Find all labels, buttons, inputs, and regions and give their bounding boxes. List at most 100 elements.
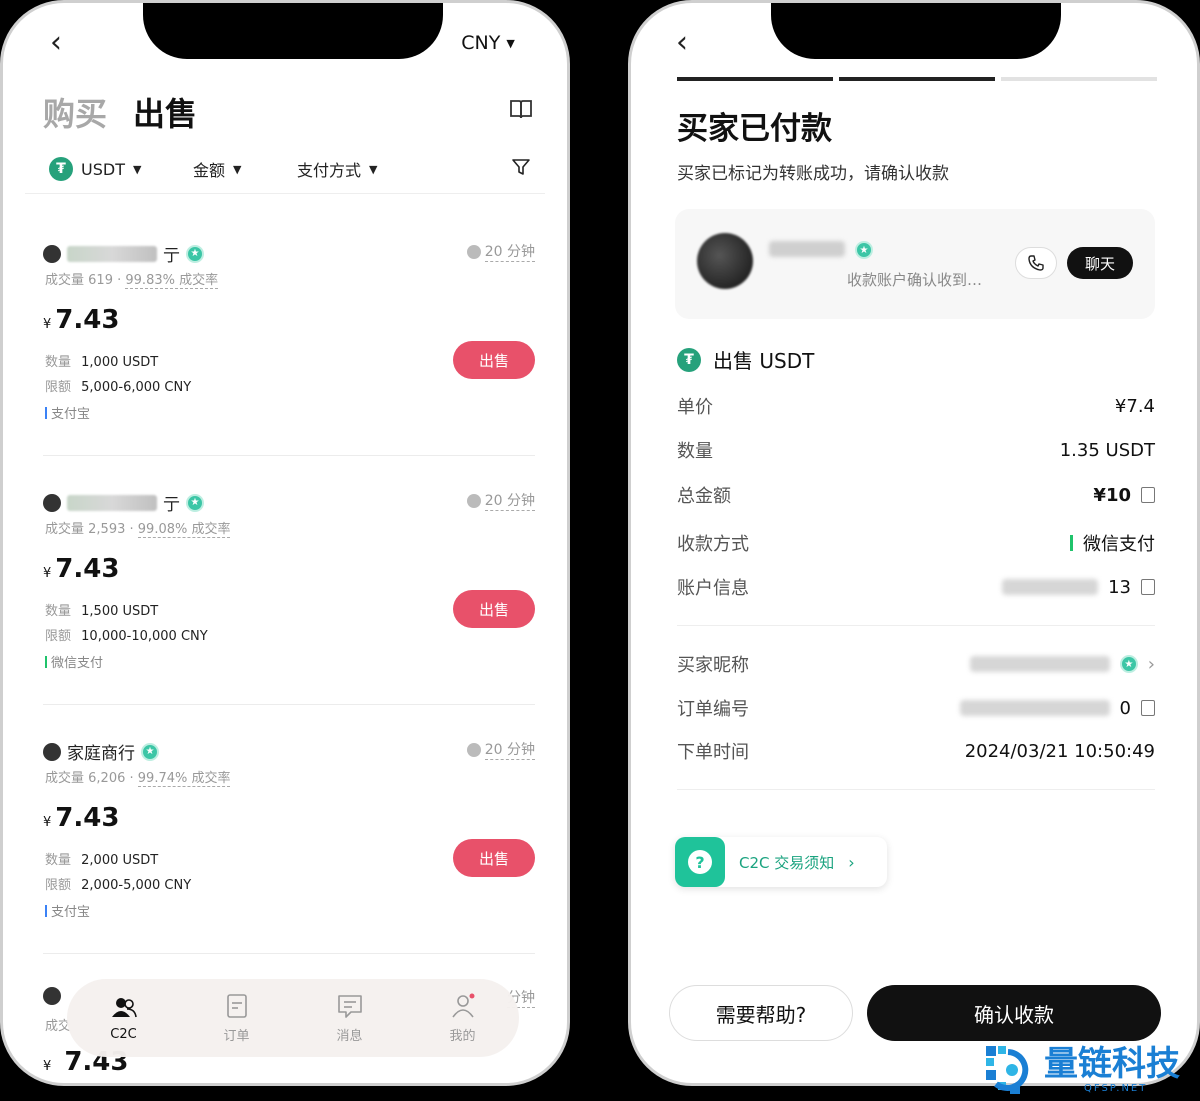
merchant-avatar: [43, 493, 61, 512]
completion-rate: 99.83% 成交率: [125, 273, 219, 289]
limit-row: 限额 2,000-5,000 CNY: [45, 874, 191, 893]
nav-orders[interactable]: 订单: [180, 979, 293, 1057]
page-title: 买家已付款: [677, 111, 832, 147]
nav-c2c[interactable]: C2C: [67, 979, 180, 1057]
yen-symbol: ¥: [43, 815, 52, 830]
watermark: 量链科技 QFSP.NET: [982, 1038, 1200, 1101]
quantity-value: 2,000 USDT: [81, 853, 159, 868]
guide-book-icon[interactable]: [509, 98, 533, 120]
tab-sell[interactable]: 出售: [133, 89, 197, 135]
coin-filter[interactable]: ₮ USDT ▼: [49, 153, 141, 185]
blurred-value: [959, 700, 1110, 716]
merchant-name-tail: 家庭商行: [67, 744, 135, 764]
detail-label: 收款方式: [677, 534, 749, 555]
merchant-name-tail: 亍: [163, 495, 180, 515]
copy-icon[interactable]: [1141, 700, 1155, 716]
detail-unit-price: 单价 ¥7.4: [677, 391, 1155, 421]
detail-payment-method: 收款方式 微信支付: [677, 528, 1155, 558]
sell-button[interactable]: 出售: [453, 839, 535, 877]
payment-color-bar: [45, 904, 47, 917]
merchant-name[interactable]: 亍 ★: [43, 490, 204, 515]
amount-filter[interactable]: 金额 ▼: [193, 153, 241, 185]
sell-button[interactable]: 出售: [453, 341, 535, 379]
back-arrow-icon[interactable]: ‹: [39, 25, 73, 60]
confirm-receipt-button[interactable]: 确认收款: [867, 985, 1161, 1041]
verified-badge-icon: ★: [186, 244, 204, 263]
nav-messages[interactable]: 消息: [293, 979, 406, 1057]
c2c-notice-link[interactable]: ? C2C 交易须知 ›: [675, 837, 887, 887]
listing-card: 亍 ★ 20 分钟 成交量 2,593 · 99.08% 成交率 ¥ 7.43 …: [43, 490, 535, 738]
sell-button[interactable]: 出售: [453, 590, 535, 628]
tether-icon: ₮: [49, 157, 73, 181]
order-progress-bar: [677, 77, 1157, 81]
tab-buy[interactable]: 购买: [43, 89, 107, 135]
payment-filter-label: 支付方式: [297, 161, 362, 180]
detail-order-time: 下单时间 2024/03/21 10:50:49: [677, 736, 1155, 766]
verified-badge-icon: ★: [855, 241, 873, 259]
listing-price: ¥ 7.43: [43, 554, 119, 584]
payment-filter[interactable]: 支付方式 ▼: [297, 153, 377, 185]
blurred-value: [1002, 579, 1099, 595]
payment-window-text: 20 分钟: [484, 241, 535, 262]
buyer-last-message: 收款账户确认收到…: [847, 271, 983, 289]
quantity-label: 数量: [45, 355, 72, 370]
page-subtitle: 买家已标记为转账成功，请确认收款: [677, 164, 949, 184]
tether-icon: ₮: [677, 347, 701, 372]
bottom-nav: C2C 订单 消息 我的: [67, 979, 519, 1057]
progress-step: [677, 77, 833, 81]
divider: [43, 455, 535, 456]
buyer-card: ★ 收款账户确认收到… 聊天: [675, 209, 1155, 319]
funnel-filter-icon[interactable]: [511, 157, 531, 177]
detail-label: 数量: [677, 441, 713, 462]
call-button[interactable]: [1015, 247, 1057, 279]
listing-price: ¥ 7.43: [43, 305, 119, 335]
chat-button[interactable]: 聊天: [1067, 247, 1133, 279]
merchant-stats: 成交量 6,206 · 99.74% 成交率: [45, 771, 231, 787]
quantity-row: 数量 1,000 USDT: [45, 351, 158, 370]
detail-buyer-nickname[interactable]: 买家昵称 ★ ›: [677, 649, 1155, 679]
payment-window: 20 分钟: [466, 490, 535, 511]
divider: [677, 625, 1155, 626]
divider: [25, 193, 545, 194]
yen-symbol: ¥: [43, 566, 52, 581]
merchant-name[interactable]: [43, 987, 61, 1005]
payment-method-label: 支付宝: [51, 905, 91, 920]
completion-rate: 99.74% 成交率: [137, 771, 231, 787]
messages-icon: [337, 994, 362, 1018]
profile-icon: [451, 993, 474, 1017]
progress-step: [839, 77, 995, 81]
clock-icon: [466, 244, 481, 259]
watermark-text: 量链科技: [1044, 1044, 1180, 1084]
detail-account: 账户信息 13: [677, 572, 1155, 602]
caret-down-icon: ▼: [369, 162, 378, 176]
copy-icon[interactable]: [1141, 579, 1155, 595]
copy-icon[interactable]: [1141, 487, 1155, 503]
quantity-row: 数量 2,000 USDT: [45, 849, 158, 868]
price-value: 7.43: [55, 305, 120, 335]
merchant-name[interactable]: 亍 ★: [43, 241, 204, 266]
brand-logo-icon: [986, 1045, 1029, 1094]
payment-window: 20 分钟: [466, 241, 535, 262]
blurred-name: [67, 494, 157, 511]
caret-down-icon: ▼: [506, 36, 515, 50]
merchant-name[interactable]: 家庭商行 ★: [43, 739, 159, 764]
currency-selector[interactable]: CNY ▼: [443, 21, 533, 65]
limit-label: 限额: [45, 629, 72, 644]
merchant-name-tail: 亍: [163, 246, 180, 266]
nav-profile[interactable]: 我的: [406, 979, 519, 1057]
detail-total: 总金额 ¥10: [677, 480, 1155, 510]
payment-window: 20 分钟: [466, 739, 535, 760]
listing-card: 家庭商行 ★ 20 分钟 成交量 6,206 · 99.74% 成交率 ¥ 7.…: [43, 739, 535, 987]
caret-down-icon: ▼: [233, 162, 242, 176]
detail-label: 单价: [677, 397, 713, 418]
phone-notch: [143, 3, 443, 59]
help-button[interactable]: 需要帮助?: [669, 985, 853, 1041]
limit-label: 限额: [45, 878, 72, 893]
orders-icon: [226, 993, 247, 1018]
volume-label: 成交量: [45, 771, 85, 786]
nav-label: 我的: [449, 1028, 476, 1044]
payment-method-tag: 支付宝: [45, 403, 90, 422]
merchant-stats: 成交量 2,593 · 99.08% 成交率: [45, 522, 231, 538]
back-arrow-icon[interactable]: ‹: [665, 25, 699, 60]
avatar: [697, 233, 753, 289]
